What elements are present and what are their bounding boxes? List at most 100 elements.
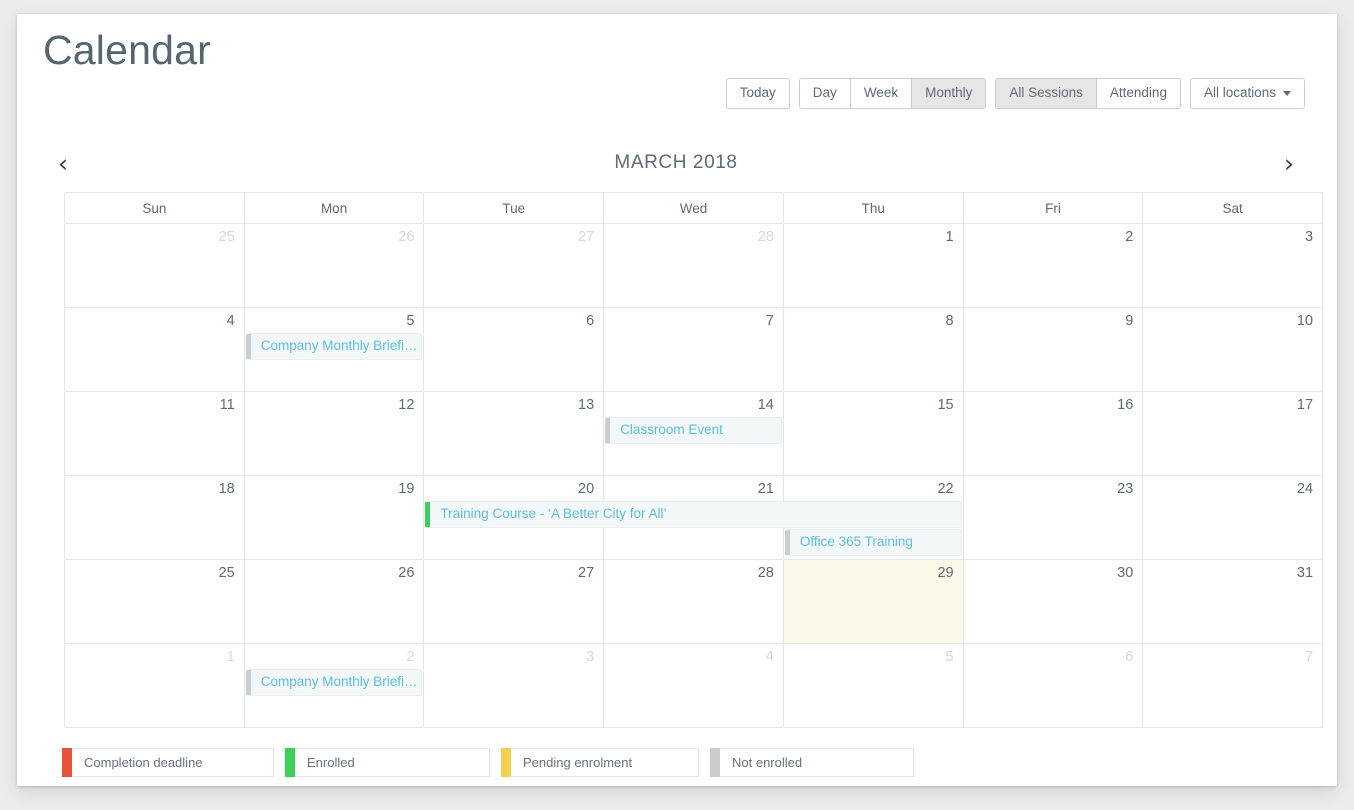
day-of-week-header-row: Sun Mon Tue Wed Thu Fri Sat [65,193,1324,224]
view-monthly-button[interactable]: Monthly [911,78,987,109]
day-cell[interactable]: 23 [963,476,1144,560]
event-title: Training Course - ‘A Better City for All… [440,506,667,522]
day-number: 1 [945,229,954,245]
legend-color-swatch [62,748,72,777]
day-cell[interactable]: 30 [963,560,1144,644]
filter-all-sessions-button[interactable]: All Sessions [995,78,1097,109]
calendar-grid: Sun Mon Tue Wed Thu Fri Sat 25 26 27 28 1 2 3 4 5 6 7 8 9 1… [64,192,1324,728]
day-cell[interactable]: 24 [1143,476,1324,560]
day-number: 24 [1296,481,1314,497]
legend-color-swatch [710,748,720,777]
day-header-sun: Sun [65,193,245,224]
day-number: 7 [765,313,774,329]
day-number: 23 [1117,481,1134,497]
day-cell[interactable]: 17 [1143,392,1324,476]
day-number: 3 [1304,229,1314,245]
chevron-down-icon [1283,90,1291,96]
page-title: Calendar [43,27,211,73]
calendar-event[interactable]: Classroom Event [605,417,782,444]
day-cell[interactable]: 7 [604,308,784,392]
day-cell[interactable]: 28 [604,224,784,308]
day-cell[interactable]: 1 [65,644,245,728]
day-number: 28 [757,565,774,581]
day-number: 1 [226,649,235,665]
day-number: 2 [1125,229,1134,245]
day-cell[interactable]: 5 [783,644,964,728]
day-number: 14 [757,397,774,413]
day-cell[interactable]: 19 [244,476,425,560]
calendar-event[interactable]: Company Monthly Briefi… [245,333,423,360]
day-cell[interactable]: 1 [783,224,964,308]
day-number: 25 [218,229,235,245]
day-cell[interactable]: 8 [783,308,964,392]
day-number: 20 [578,481,595,497]
day-number: 26 [398,565,415,581]
day-cell[interactable]: 15 [783,392,964,476]
day-cell[interactable]: 6 [963,644,1144,728]
day-number: 29 [937,565,954,581]
view-mode-button-group: Day Week Monthly [798,78,987,109]
day-number: 16 [1117,397,1134,413]
day-cell[interactable]: 25 [65,560,245,644]
day-number: 28 [757,229,774,245]
day-cell[interactable]: 9 [963,308,1144,392]
day-cell-today[interactable]: 29 [783,560,964,644]
calendar-week-row: 4 5 6 7 8 9 10 Company Monthly Briefi… [65,308,1324,392]
legend-label: Pending enrolment [511,748,699,777]
day-number: 5 [945,649,954,665]
day-cell[interactable]: 28 [604,560,784,644]
day-cell[interactable]: 18 [65,476,245,560]
day-cell[interactable]: 3 [424,644,605,728]
day-cell[interactable]: 31 [1143,560,1324,644]
day-number: 6 [586,313,595,329]
day-cell[interactable]: 26 [244,224,425,308]
day-cell[interactable]: 27 [424,560,605,644]
current-month-label: MARCH 2018 [614,152,738,173]
legend-label: Not enrolled [720,748,914,777]
day-cell[interactable]: 13 [424,392,605,476]
day-cell[interactable]: 10 [1143,308,1324,392]
calendar-week-row: 18 19 20 21 22 23 24 Training Course - ‘A Bette… [65,476,1324,560]
day-header-mon: Mon [244,193,425,224]
event-title: Office 365 Training [799,534,913,550]
day-cell[interactable]: 11 [65,392,245,476]
day-cell[interactable]: 25 [65,224,245,308]
calendar-week-row: 1 2 3 4 5 6 7 Company Monthly Briefi… [65,644,1324,728]
day-number: 31 [1296,565,1314,581]
day-number: 10 [1296,313,1314,329]
day-number: 27 [578,229,595,245]
locations-button-group: All locations [1189,78,1305,109]
day-cell[interactable]: 27 [424,224,605,308]
day-cell[interactable]: 3 [1143,224,1324,308]
day-number: 6 [1125,649,1134,665]
calendar-weeks: 25 26 27 28 1 2 3 4 5 6 7 8 9 10 Company Monthly Brief… [65,224,1324,728]
calendar-event[interactable]: Company Monthly Briefi… [245,669,423,696]
legend-item: Enrolled [285,748,490,777]
day-header-sat: Sat [1143,193,1324,224]
event-title: Company Monthly Briefi… [260,338,418,354]
previous-month-icon[interactable]: ‹ [43,151,83,176]
day-number: 4 [226,313,235,329]
day-number: 8 [945,313,954,329]
day-cell[interactable]: 4 [65,308,245,392]
view-day-button[interactable]: Day [798,78,851,109]
day-cell[interactable]: 12 [244,392,425,476]
day-cell[interactable]: 7 [1143,644,1324,728]
day-cell[interactable]: 4 [604,644,784,728]
day-cell[interactable]: 6 [424,308,605,392]
all-locations-dropdown[interactable]: All locations [1189,78,1305,109]
filter-attending-button[interactable]: Attending [1095,78,1181,109]
calendar-event[interactable]: Office 365 Training [784,529,962,556]
day-number: 11 [219,397,235,413]
legend-item: Not enrolled [710,748,914,777]
today-button[interactable]: Today [725,78,790,109]
day-cell[interactable]: 26 [244,560,425,644]
calendar-event[interactable]: Training Course - ‘A Better City for All… [425,501,962,528]
next-month-icon[interactable]: › [1269,151,1309,176]
view-week-button[interactable]: Week [849,78,913,109]
day-cell[interactable]: 2 [963,224,1144,308]
calendar-week-row: 25 26 27 28 29 30 31 [65,560,1324,644]
calendar-legend: Completion deadline Enrolled Pending enrol… [62,748,925,777]
day-cell[interactable]: 16 [963,392,1144,476]
legend-color-swatch [285,748,295,777]
